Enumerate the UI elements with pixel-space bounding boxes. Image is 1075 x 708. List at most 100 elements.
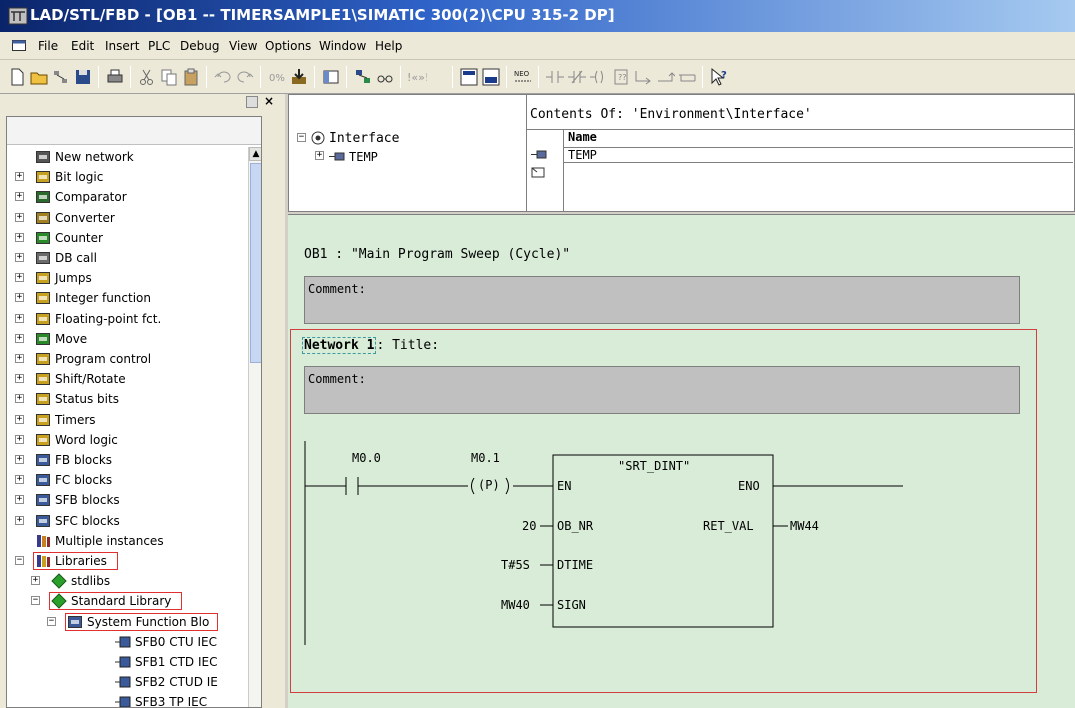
branch-icon[interactable] [676,66,698,88]
name-column-header[interactable]: Name [563,130,1073,148]
branch-close-icon[interactable] [654,66,676,88]
program-elements-icon[interactable] [352,66,374,88]
ladder-editor[interactable]: OB1 : "Main Program Sweep (Cycle)" Comme… [288,214,1075,708]
tree-expander[interactable]: + [15,273,24,283]
paste-icon[interactable] [180,66,202,88]
tree-expander[interactable]: + [15,515,24,525]
tree-expander[interactable]: + [15,374,24,384]
new-network-icon[interactable]: NEO [512,66,534,88]
tree-item[interactable]: + Timers [7,410,257,430]
panel-close-button[interactable]: × [262,95,276,109]
glasses-icon[interactable] [374,66,396,88]
tree-item[interactable]: + Shift/Rotate [7,369,257,389]
contact-m0-0-label[interactable]: M0.0 [352,451,381,465]
monitor-icon[interactable]: 0% [266,66,288,88]
tree-item[interactable]: + Integer function [7,288,257,308]
nc-contact-icon[interactable] [566,66,588,88]
help-icon[interactable]: ? [708,66,730,88]
no-contact-icon[interactable] [544,66,566,88]
tree-item[interactable]: + SFB blocks [7,490,257,510]
tree-expander[interactable]: + [15,192,24,202]
tree-item[interactable]: Multiple instances [7,531,257,551]
lad-view-icon[interactable] [458,66,480,88]
menu-edit[interactable]: Edit [71,39,94,53]
tree-item[interactable]: − Standard Library [7,591,257,611]
dtime-value[interactable]: T#5S [501,558,530,572]
document-icon[interactable] [12,40,26,51]
panel-minimize-button[interactable] [246,96,258,108]
tree-item[interactable]: + Comparator [7,187,257,207]
scroll-thumb[interactable] [250,163,261,363]
coil-m0-1-label[interactable]: M0.1 [471,451,500,465]
tree-expander[interactable]: + [15,394,24,404]
tree-item[interactable]: − Libraries [7,551,257,571]
menu-view[interactable]: View [229,39,257,53]
temp-expand-toggle[interactable]: + [315,151,324,160]
tree-item[interactable]: SFB3 TP IEC [7,692,257,707]
tree-item[interactable]: + Status bits [7,389,257,409]
tree-item[interactable]: + Converter [7,208,257,228]
tree-expander[interactable]: + [15,212,24,222]
tree-expander[interactable]: + [15,475,24,485]
tree-item[interactable]: + Floating-point fct. [7,309,257,329]
tree-expander[interactable]: + [15,414,24,424]
block-name-label[interactable]: "SRT_DINT" [618,459,690,473]
cut-icon[interactable] [136,66,158,88]
tree-expander[interactable]: − [15,556,24,565]
coil-icon[interactable] [588,66,610,88]
tree-item[interactable]: + Jumps [7,268,257,288]
tree-item[interactable]: SFB0 CTU IEC [7,632,257,652]
tree-item[interactable]: + stdlibs [7,571,257,591]
download-icon[interactable] [288,66,310,88]
tree-expander[interactable]: + [15,434,24,444]
tree-expander[interactable]: + [15,495,24,505]
empty-box-icon[interactable]: ?? [610,66,632,88]
tree-expander[interactable]: + [15,232,24,242]
tree-item[interactable]: + Bit logic [7,167,257,187]
network-icon[interactable] [50,66,72,88]
scroll-up-button[interactable]: ▲ [249,147,261,161]
ob-nr-value[interactable]: 20 [522,519,536,533]
branch-open-icon[interactable] [632,66,654,88]
sign-value[interactable]: MW40 [501,598,530,612]
tree-item[interactable]: + Word logic [7,430,257,450]
tree-expander[interactable]: + [15,313,24,323]
tree-item[interactable]: + Move [7,329,257,349]
temp-label[interactable]: TEMP [349,150,378,164]
contents-row[interactable]: TEMP [563,147,1073,163]
tree-expander[interactable]: + [15,253,24,262]
tree-expander[interactable]: + [15,172,24,182]
tree-expander[interactable]: + [15,293,24,303]
tree-item[interactable]: SFB1 CTD IEC [7,652,257,672]
open-icon[interactable] [28,66,50,88]
tree-item[interactable]: + Program control [7,349,257,369]
details-icon[interactable] [480,66,502,88]
menu-window[interactable]: Window [319,39,366,53]
ret-val-value[interactable]: MW44 [790,519,819,533]
menu-debug[interactable]: Debug [180,39,219,53]
tree-item[interactable]: + FC blocks [7,470,257,490]
tree-item[interactable]: + SFC blocks [7,511,257,531]
menu-insert[interactable]: Insert [105,39,139,53]
tree-expander[interactable]: − [31,596,40,606]
tree-expander[interactable]: + [31,576,40,586]
tree-expander[interactable]: + [15,333,24,343]
tree-item[interactable]: + Counter [7,228,257,248]
tree-scrollbar[interactable]: ▲ [248,147,261,707]
copy-icon[interactable] [158,66,180,88]
tree-expander[interactable]: − [47,616,56,626]
menu-file[interactable]: File [38,39,58,53]
prev-next-icon[interactable]: !«»! [406,66,428,88]
save-icon[interactable] [72,66,94,88]
menu-plc[interactable]: PLC [148,39,170,53]
tree-item[interactable]: New network [7,147,257,167]
redo-icon[interactable] [234,66,256,88]
tree-item[interactable]: + FB blocks [7,450,257,470]
interface-label[interactable]: Interface [329,131,399,146]
tree-expander[interactable]: + [15,354,24,363]
print-icon[interactable] [104,66,126,88]
undo-icon[interactable] [212,66,234,88]
menu-options[interactable]: Options [265,39,311,53]
interface-collapse-toggle[interactable]: − [297,133,306,142]
tree-item[interactable]: + DB call [7,248,257,268]
